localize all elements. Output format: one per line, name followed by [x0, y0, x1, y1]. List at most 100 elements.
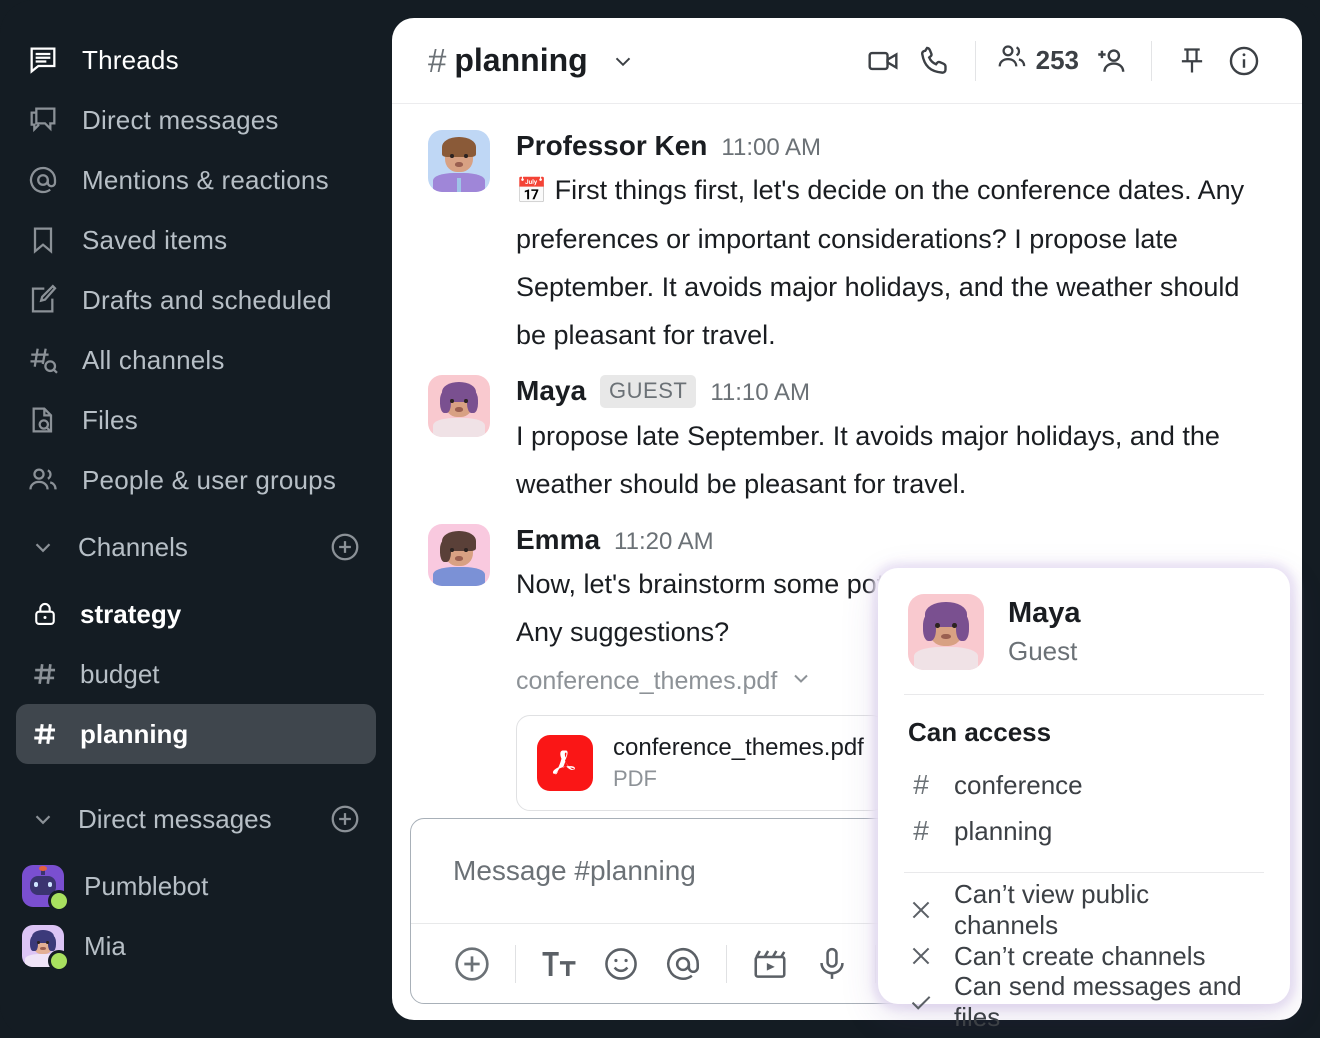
- phone-icon[interactable]: [909, 35, 961, 87]
- new-dm-button[interactable]: [328, 802, 362, 836]
- divider: [974, 40, 976, 81]
- chevron-down-icon: [30, 534, 56, 560]
- chevron-down-icon: [789, 666, 813, 697]
- calendar-emoji-icon: 📅: [516, 177, 548, 205]
- close-icon: [908, 943, 934, 969]
- add-channel-button[interactable]: [328, 530, 362, 564]
- avatar: [22, 865, 70, 912]
- chevron-down-icon: [30, 806, 56, 832]
- sidebar-item-label: Saved items: [82, 224, 228, 255]
- emma-avatar[interactable]: [428, 524, 490, 586]
- popover-channel-conference[interactable]: # conference: [908, 762, 1260, 808]
- plus-icon[interactable]: [441, 933, 503, 995]
- bookmark-icon: [26, 223, 60, 257]
- permission-row-deny-view-public: Can’t view public channels: [908, 879, 1260, 940]
- member-count-button[interactable]: 253: [990, 41, 1085, 80]
- permission-label: Can’t create channels: [954, 940, 1206, 971]
- sidebar-item-files[interactable]: Files: [0, 390, 392, 450]
- sidebar-item-saved-items[interactable]: Saved items: [0, 210, 392, 270]
- maya-avatar[interactable]: [908, 594, 984, 670]
- message-author[interactable]: Maya: [516, 375, 586, 407]
- sidebar-item-label: All channels: [82, 344, 225, 375]
- message-author[interactable]: Professor Ken: [516, 130, 707, 162]
- video-clip-icon[interactable]: [739, 933, 801, 995]
- popover-channel-planning[interactable]: # planning: [908, 808, 1260, 854]
- dm-name: Mia: [84, 930, 126, 961]
- channel-title-button[interactable]: # planning: [428, 42, 636, 80]
- attachment-card[interactable]: conference_themes.pdf PDF: [516, 715, 886, 811]
- sidebar-dm-pumblebot[interactable]: Pumblebot: [0, 856, 392, 916]
- sidebar-item-label: Mentions & reactions: [82, 164, 329, 195]
- popover-permissions: Can’t view public channels Can’t create …: [908, 873, 1260, 1032]
- member-count: 253: [1035, 45, 1079, 75]
- divider: [515, 944, 516, 983]
- sidebar-item-direct-messages[interactable]: Direct messages: [0, 90, 392, 150]
- sidebar-item-label: Threads: [82, 44, 179, 75]
- hash-icon: [30, 659, 60, 689]
- add-person-icon[interactable]: [1085, 35, 1137, 87]
- mention-icon[interactable]: [652, 933, 714, 995]
- dm-section-header[interactable]: Direct messages: [0, 782, 392, 856]
- hash-icon: [30, 719, 60, 749]
- message-timestamp: 11:20 AM: [614, 528, 714, 555]
- people-icon: [26, 463, 60, 497]
- close-icon: [908, 897, 934, 923]
- dm-name: Pumblebot: [84, 870, 209, 901]
- threads-icon: [26, 43, 60, 77]
- sidebar-channel-planning[interactable]: planning: [16, 704, 376, 764]
- lock-icon: [30, 599, 60, 629]
- sidebar-channel-strategy[interactable]: strategy: [16, 584, 376, 644]
- sidebar-item-drafts-scheduled[interactable]: Drafts and scheduled: [0, 270, 392, 330]
- dm-section-title: Direct messages: [78, 803, 272, 834]
- online-status-dot: [48, 890, 70, 912]
- sidebar-item-mentions-reactions[interactable]: Mentions & reactions: [0, 150, 392, 210]
- sidebar-item-label: People & user groups: [82, 464, 337, 495]
- popover-user-role: Guest: [1008, 636, 1078, 666]
- pin-icon[interactable]: [1166, 35, 1218, 87]
- file-search-icon: [26, 403, 60, 437]
- online-status-dot: [48, 950, 70, 972]
- pdf-icon: [537, 735, 593, 791]
- maya-avatar[interactable]: [428, 375, 490, 437]
- channel-name: budget: [80, 658, 160, 689]
- message-author[interactable]: Emma: [516, 524, 600, 556]
- permission-label: Can’t view public channels: [954, 879, 1150, 940]
- attachment-card-filename: conference_themes.pdf: [613, 734, 864, 761]
- permission-row-allow-send-messages: Can send messages and files: [908, 971, 1260, 1032]
- popover-access-title: Can access: [908, 717, 1052, 747]
- message-text: 📅 First things first, let's decide on th…: [516, 166, 1272, 359]
- slack-like-app-window: Threads Direct messages Mentions & react…: [0, 0, 1320, 1038]
- message-item: Professor Ken 11:00 AM 📅 First things fi…: [392, 124, 1302, 369]
- professor-ken-avatar[interactable]: [428, 130, 490, 192]
- info-icon[interactable]: [1218, 35, 1270, 87]
- user-profile-popover: Maya Guest Can access # conference # pla…: [878, 568, 1290, 1032]
- sidebar-item-people-user-groups[interactable]: People & user groups: [0, 450, 392, 510]
- sidebar-dm-mia[interactable]: Mia: [0, 916, 392, 976]
- microphone-icon[interactable]: [801, 933, 863, 995]
- sidebar-item-threads[interactable]: Threads: [0, 30, 392, 90]
- sidebar-item-all-channels[interactable]: All channels: [0, 330, 392, 390]
- channels-section-header[interactable]: Channels: [0, 510, 392, 584]
- mentions-icon: [26, 163, 60, 197]
- message-body: I propose late September. It avoids majo…: [516, 421, 1220, 499]
- emoji-icon[interactable]: [590, 933, 652, 995]
- channels-section-title: Channels: [78, 531, 188, 562]
- popover-user-text: Maya Guest: [1008, 597, 1081, 667]
- draft-pencil-icon: [26, 283, 60, 317]
- check-icon: [908, 989, 934, 1015]
- attachment-filename: conference_themes.pdf: [516, 667, 778, 695]
- video-camera-icon[interactable]: [857, 35, 909, 87]
- sidebar-channel-budget[interactable]: budget: [16, 644, 376, 704]
- page-title: planning: [454, 42, 588, 78]
- avatar: [22, 925, 70, 972]
- all-channels-search-icon: [26, 343, 60, 377]
- attachment-meta: conference_themes.pdf PDF: [613, 734, 864, 792]
- text-format-icon[interactable]: [528, 933, 590, 995]
- popover-channel-name: conference: [954, 769, 1083, 800]
- attachment-card-filetype: PDF: [613, 766, 657, 791]
- message-body: First things first, let's decide on the …: [516, 175, 1245, 350]
- popover-channel-name: planning: [954, 815, 1053, 846]
- divider: [1151, 40, 1152, 81]
- popover-user-name: Maya: [1008, 597, 1081, 629]
- divider: [904, 694, 1264, 695]
